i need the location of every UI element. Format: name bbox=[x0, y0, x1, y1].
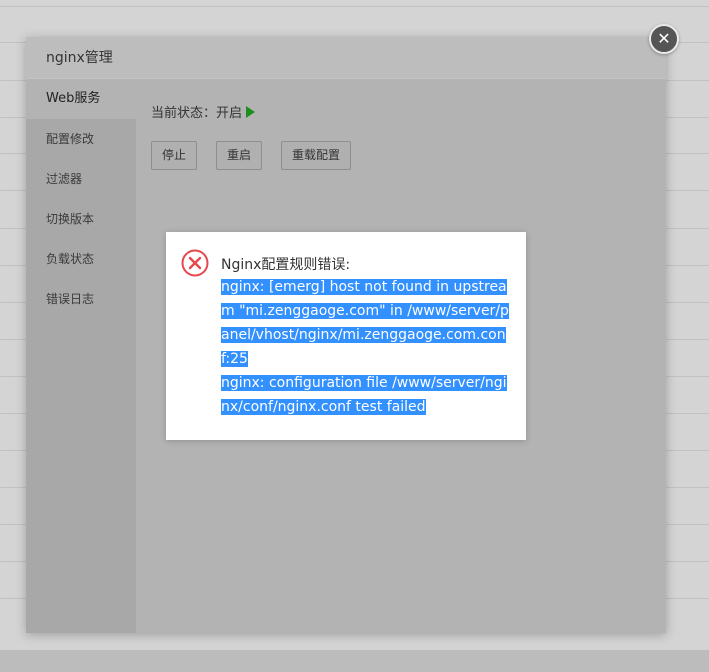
main-content: 当前状态：开启 停止 重启 重载配置 bbox=[151, 79, 666, 170]
play-icon bbox=[246, 106, 256, 118]
error-title: Nginx配置规则错误: bbox=[221, 257, 351, 273]
restart-button[interactable]: 重启 bbox=[216, 141, 263, 170]
error-message[interactable]: nginx: [emerg] host not found in upstrea… bbox=[221, 275, 512, 419]
sidebar-item-switch-version[interactable]: 切换版本 bbox=[26, 199, 136, 239]
sidebar-item-error-log[interactable]: 错误日志 bbox=[26, 279, 136, 319]
reload-config-button[interactable]: 重载配置 bbox=[281, 141, 352, 170]
sidebar-item-filter[interactable]: 过滤器 bbox=[26, 159, 136, 199]
sidebar: Web服务 配置修改 过滤器 切换版本 负载状态 错误日志 bbox=[26, 79, 136, 633]
close-icon[interactable]: ✕ bbox=[649, 24, 679, 54]
error-message-line-2: nginx: configuration file /www/server/ng… bbox=[221, 375, 507, 415]
sidebar-item-config-edit[interactable]: 配置修改 bbox=[26, 119, 136, 159]
error-dialog: Nginx配置规则错误: nginx: [emerg] host not fou… bbox=[166, 232, 526, 440]
sidebar-item-load-status[interactable]: 负载状态 bbox=[26, 239, 136, 279]
error-message-line-1: nginx: [emerg] host not found in upstrea… bbox=[221, 279, 509, 367]
sidebar-item-web-service[interactable]: Web服务 bbox=[26, 79, 136, 119]
page-footer-bar bbox=[0, 650, 709, 672]
error-circle-icon bbox=[181, 249, 209, 277]
modal-title: nginx管理 bbox=[26, 37, 666, 79]
stop-button[interactable]: 停止 bbox=[151, 141, 198, 170]
service-status: 当前状态：开启 bbox=[151, 105, 666, 123]
status-label: 当前状态：开启 bbox=[151, 106, 243, 121]
action-buttons: 停止 重启 重载配置 bbox=[151, 141, 666, 170]
